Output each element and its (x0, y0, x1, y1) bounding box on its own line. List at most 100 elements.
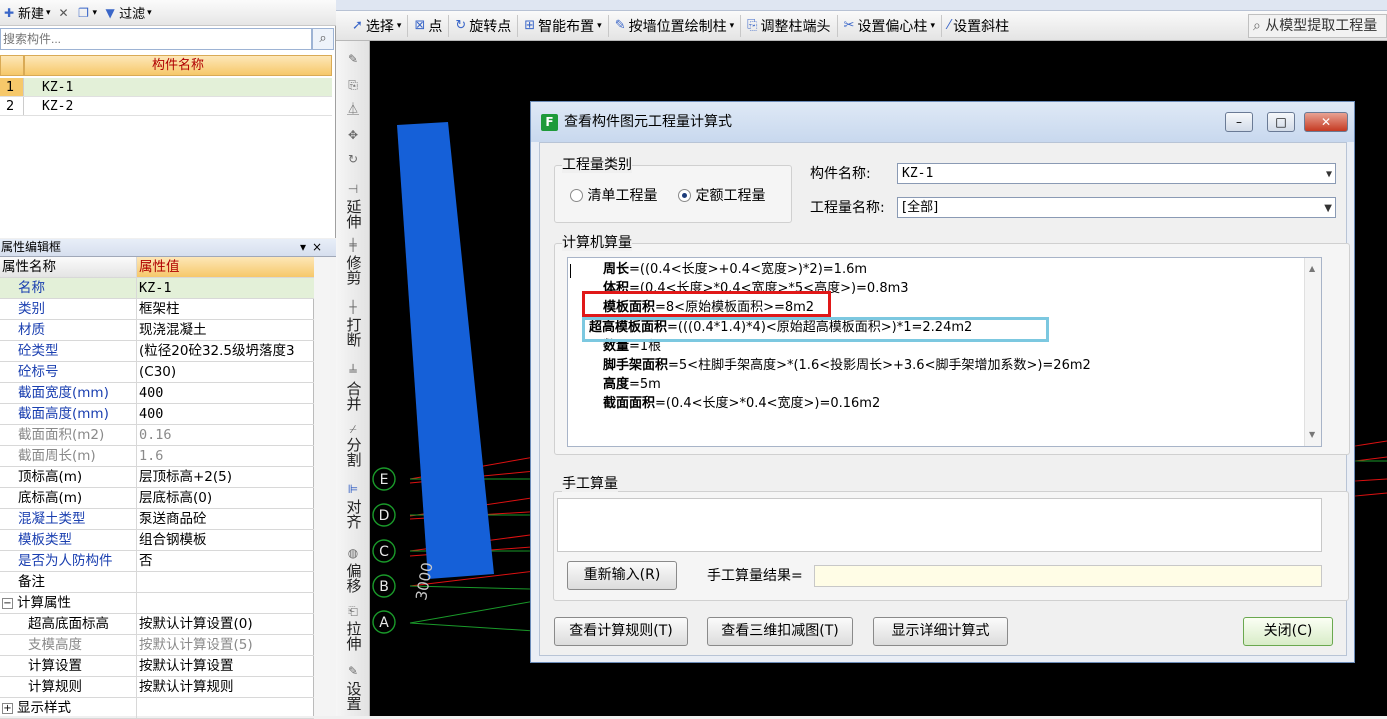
filter-button[interactable]: ▼ 过滤 ▾ (103, 3, 151, 23)
component-search-input[interactable] (0, 28, 312, 50)
formula-scrollbar[interactable]: ▲ ▼ (1304, 258, 1321, 446)
property-row[interactable]: 名称 KZ-1 (0, 278, 314, 299)
select-button[interactable]: ➚ 选择 ▾ (346, 14, 409, 37)
split-icon: ⌿ (349, 422, 357, 436)
property-row[interactable]: 顶标高(m) 层顶标高+2(5) (0, 467, 314, 488)
scroll-down-icon[interactable]: ▼ (1309, 430, 1315, 439)
property-row[interactable]: 计算设置 按默认计算设置 (0, 656, 314, 677)
property-group-calc[interactable]: − 计算属性 (0, 593, 314, 614)
component-name-select[interactable]: KZ-1 ▼ (897, 163, 1336, 184)
formula-line: 截面面积=(0.4<长度>*0.4<宽度>)=0.16m2 (603, 396, 881, 411)
property-row[interactable]: 截面面积(m2) 0.16 (0, 425, 314, 446)
expand-icon[interactable]: + (2, 703, 13, 714)
qty-name-select[interactable]: [全部] ▼ (897, 197, 1336, 218)
search-icon[interactable]: ⌕ (312, 28, 334, 50)
property-row[interactable]: 支模高度 按默认计算设置(5) (0, 635, 314, 656)
property-row[interactable]: 备注 (0, 572, 314, 593)
property-panel-controls: ▾× (300, 239, 328, 256)
property-row[interactable]: 计算规则 按默认计算规则 (0, 677, 314, 698)
stretch-icon: ⎗ (348, 604, 358, 618)
copy-button[interactable]: ❐ ▾ (77, 5, 97, 20)
draw-by-wall-button[interactable]: ✎ 按墙位置绘制柱 ▾ (609, 14, 742, 37)
manual-calc-input[interactable] (557, 498, 1322, 552)
pin-icon[interactable]: ▾ (300, 240, 312, 254)
minimize-button[interactable]: – (1225, 112, 1253, 132)
radio-list-qty-circle[interactable] (570, 189, 583, 202)
extend-button[interactable]: 延伸 (336, 199, 370, 233)
property-row[interactable]: 类别 框架柱 (0, 299, 314, 320)
break-icon: ┼ (349, 300, 357, 314)
trim-button[interactable]: 修剪 (336, 255, 370, 289)
maximize-button[interactable]: □ (1267, 112, 1295, 132)
formula-textarea[interactable]: 周长=((0.4<长度>+0.4<宽度>)*2)=1.6m 体积=(0.4<长度… (567, 257, 1322, 447)
component-row-kz1[interactable]: 1 KZ-1 (0, 78, 332, 97)
property-table-header: 属性名称 属性值 (0, 257, 314, 278)
mirror-icon[interactable]: ⏅ (345, 101, 361, 117)
app-icon: F (541, 114, 558, 131)
move-icon[interactable]: ✥ (345, 127, 361, 143)
smart-layout-button[interactable]: ⊞ 智能布置 ▾ (518, 14, 609, 37)
point-button[interactable]: ⊠ 点 (408, 14, 450, 37)
component-list-corner (0, 55, 24, 76)
property-scrollbar[interactable] (314, 257, 336, 716)
reenter-button[interactable]: 重新输入(R) (567, 561, 677, 590)
extract-from-model-button[interactable]: ⌕ 从模型提取工程量 (1248, 14, 1387, 38)
merge-button[interactable]: 合并 (336, 381, 370, 415)
copy-icon[interactable]: ⎘ (345, 77, 361, 93)
property-row[interactable]: 超高底面标高 按默认计算设置(0) (0, 614, 314, 635)
copy-icon: ❐ (78, 5, 89, 20)
qty-name-label: 工程量名称: (810, 200, 885, 216)
show-detail-formula-button[interactable]: 显示详细计算式 (873, 617, 1008, 646)
manual-result-field[interactable] (814, 565, 1322, 587)
stretch-button[interactable]: 拉伸 (336, 621, 370, 655)
offset-icon: ◍ (347, 546, 359, 560)
ribbon-strip (336, 0, 1387, 11)
set-eccentric-button[interactable]: ✂ 设置偏心柱 ▾ (838, 14, 942, 37)
collapse-icon[interactable]: − (2, 598, 13, 609)
align-button[interactable]: 对齐 (336, 499, 370, 533)
split-button[interactable]: 分割 (336, 437, 370, 471)
column-3d-model[interactable] (397, 122, 494, 579)
component-row-kz2[interactable]: 2 KZ-2 (0, 97, 332, 116)
highlight-box-red (582, 291, 831, 317)
delete-button[interactable]: ✕ (57, 6, 71, 20)
new-button[interactable]: ✚ 新建 ▾ (2, 3, 51, 23)
setup-button[interactable]: 设置 (336, 681, 370, 715)
property-row[interactable]: 底标高(m) 层底标高(0) (0, 488, 314, 509)
property-row[interactable]: 截面宽度(mm) 400 (0, 383, 314, 404)
manual-result-label: 手工算量结果= (707, 568, 803, 584)
property-row[interactable]: 材质 现浇混凝土 (0, 320, 314, 341)
delete-icon: ✕ (58, 5, 69, 20)
break-button[interactable]: 打断 (336, 317, 370, 351)
radio-quota-qty-circle[interactable] (678, 189, 691, 202)
view-rules-button[interactable]: 查看计算规则(T) (554, 617, 688, 646)
property-row[interactable]: 砼标号 (C30) (0, 362, 314, 383)
trim-icon: ╪ (349, 238, 357, 252)
view-3d-deduction-button[interactable]: 查看三维扣减图(T) (707, 617, 853, 646)
rotate-icon: ↻ (455, 18, 467, 33)
property-row[interactable]: 混凝土类型 泵送商品砼 (0, 509, 314, 530)
radio-quota-qty[interactable]: 定额工程量 (678, 188, 765, 204)
brush-icon[interactable]: ✎ (345, 51, 361, 67)
property-row[interactable]: 截面周长(m) 1.6 (0, 446, 314, 467)
formula-line: 高度=5m (603, 377, 661, 392)
eccentric-icon: ✂ (843, 18, 855, 33)
rotate-point-button[interactable]: ↻ 旋转点 (449, 14, 519, 37)
extract-icon: ⌕ (1253, 18, 1266, 34)
qty-type-group-label: 工程量类别 (562, 157, 632, 173)
set-inclined-button[interactable]: ⁄ 设置斜柱 (942, 15, 1015, 37)
adjust-column-end-button[interactable]: ⎘ 调整柱端头 (741, 14, 838, 37)
adjust-icon: ⎘ (747, 18, 758, 33)
close-icon[interactable]: × (312, 240, 328, 254)
property-row[interactable]: 是否为人防构件否 (0, 551, 314, 572)
close-window-button[interactable]: ✕ (1304, 112, 1348, 132)
highlight-box-cyan (582, 317, 1049, 342)
close-button[interactable]: 关闭(C) (1243, 617, 1333, 646)
rotate-icon[interactable]: ↻ (345, 151, 361, 167)
property-row[interactable]: 截面高度(mm) 400 (0, 404, 314, 425)
radio-list-qty[interactable]: 清单工程量 (570, 188, 657, 204)
property-row[interactable]: 模板类型 组合钢模板 (0, 530, 314, 551)
offset-button[interactable]: 偏移 (336, 563, 370, 597)
property-row[interactable]: 砼类型 (粒径20砼32.5级坍落度3 (0, 341, 314, 362)
scroll-up-icon[interactable]: ▲ (1309, 264, 1315, 273)
